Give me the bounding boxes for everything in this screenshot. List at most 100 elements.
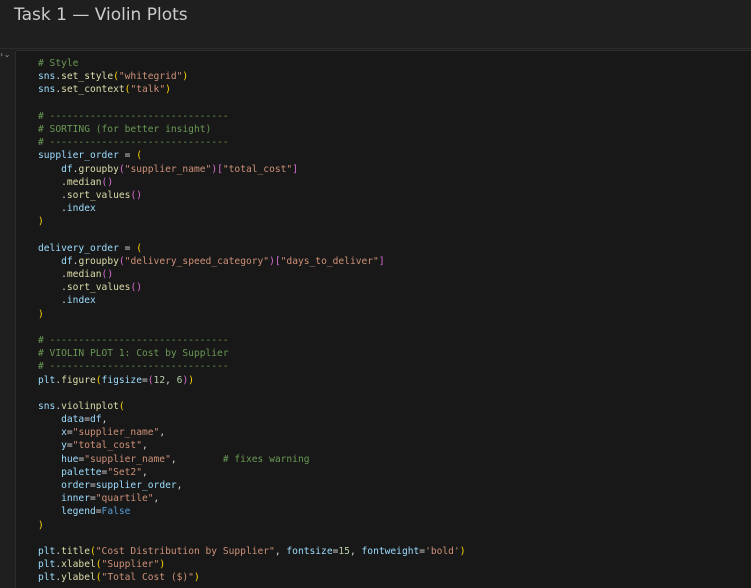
code-token: plt bbox=[38, 374, 56, 386]
code-line: ) bbox=[38, 215, 466, 228]
collapse-chevron-icon[interactable]: › ⌄ bbox=[0, 50, 11, 59]
code-line: # SORTING (for better insight) bbox=[38, 123, 466, 136]
code-token: sns bbox=[38, 84, 56, 96]
code-token: # fixes warning bbox=[222, 453, 310, 465]
code-token: = bbox=[118, 242, 137, 254]
code-token: () bbox=[101, 176, 114, 188]
code-token: , bbox=[141, 466, 148, 478]
code-line: # ------------------------------- bbox=[38, 334, 466, 347]
code-token: # VIOLIN PLOT 1: Cost by Supplier bbox=[38, 348, 229, 360]
code-token: order bbox=[61, 480, 90, 491]
code-token: # ------------------------------- bbox=[38, 110, 229, 122]
code-token: ( bbox=[136, 150, 142, 162]
code-token: "supplier_name" bbox=[84, 453, 171, 465]
code-token: plt bbox=[38, 559, 56, 571]
code-line: .sort_values() bbox=[38, 281, 466, 294]
code-token: , bbox=[101, 414, 108, 426]
code-line: # Style bbox=[38, 57, 466, 70]
code-token: () bbox=[130, 189, 142, 201]
code-token: "Total Cost ($)" bbox=[101, 572, 194, 584]
code-token: , bbox=[274, 545, 287, 557]
code-token: xlabel bbox=[61, 559, 96, 571]
code-token: = bbox=[118, 150, 137, 162]
code-line: hue="supplier_name", # fixes warning bbox=[38, 453, 466, 466]
code-line: .median() bbox=[38, 176, 466, 189]
code-token: index bbox=[66, 295, 96, 307]
code-token: ) bbox=[38, 308, 44, 320]
code-line: supplier_order = ( bbox=[38, 149, 466, 162]
code-token: "quartile" bbox=[95, 493, 154, 505]
code-line: inner="quartile", bbox=[38, 492, 466, 505]
code-token: sort_values bbox=[66, 189, 131, 201]
code-token: "total_cost" bbox=[222, 163, 293, 175]
code-line: ) bbox=[38, 308, 466, 321]
code-editor[interactable]: # Style sns.set_style("whitegrid") sns.set… bbox=[38, 57, 466, 585]
code-line: plt.ylabel("Total Cost ($)") bbox=[38, 571, 466, 584]
code-token: False bbox=[101, 506, 131, 518]
code-token: # ------------------------------- bbox=[38, 137, 229, 149]
code-line: ) bbox=[38, 519, 466, 532]
code-token: ) bbox=[38, 216, 44, 228]
code-token: figure bbox=[61, 374, 96, 386]
code-token: "talk" bbox=[130, 84, 166, 96]
code-line: data=df, bbox=[38, 413, 466, 426]
code-line: .sort_values() bbox=[38, 189, 466, 202]
code-line: order=supplier_order, bbox=[38, 479, 466, 492]
code-token: median bbox=[66, 176, 102, 188]
code-token: fontweight bbox=[361, 545, 420, 557]
code-line: .index bbox=[38, 294, 466, 307]
code-token: fontsize bbox=[286, 545, 333, 557]
code-token: median bbox=[66, 269, 102, 280]
code-line: palette="Set2", bbox=[38, 466, 466, 479]
code-token: title bbox=[61, 545, 90, 557]
code-line: .index bbox=[38, 202, 466, 215]
code-token: data bbox=[61, 414, 85, 426]
code-token: "Supplier" bbox=[101, 559, 160, 571]
code-token: supplier_order bbox=[95, 480, 177, 491]
code-line: plt.title("Cost Distribution by Supplier… bbox=[38, 545, 466, 558]
code-token: hue bbox=[61, 453, 79, 465]
code-line: sns.violinplot( bbox=[38, 400, 466, 413]
code-token: ( bbox=[118, 400, 125, 412]
code-token: ] bbox=[378, 255, 385, 267]
code-token: "delivery_speed_category" bbox=[124, 255, 270, 267]
code-token: ) bbox=[188, 374, 195, 386]
code-token: # SORTING (for better insight) bbox=[38, 123, 212, 135]
code-token: , bbox=[349, 545, 362, 557]
code-token: ylabel bbox=[61, 572, 96, 584]
code-token: ) bbox=[165, 84, 171, 96]
code-token: , bbox=[165, 374, 177, 386]
code-line: x="supplier_name", bbox=[38, 426, 466, 439]
code-line: # ------------------------------- bbox=[38, 360, 466, 373]
code-token: 12 bbox=[153, 374, 166, 386]
code-token: df bbox=[90, 414, 102, 426]
code-token: plt bbox=[38, 572, 56, 584]
code-token: , bbox=[176, 480, 183, 491]
code-token: ) bbox=[159, 559, 166, 571]
code-token: "total_cost" bbox=[72, 440, 142, 452]
code-token: sort_values bbox=[66, 282, 131, 294]
code-token: , bbox=[153, 493, 160, 505]
code-token: "whitegrid" bbox=[118, 71, 183, 83]
code-token: () bbox=[101, 269, 114, 280]
code-token: set_context bbox=[61, 84, 125, 96]
code-token: # ------------------------------- bbox=[38, 361, 229, 373]
code-line: df.groupby("supplier_name")["total_cost"… bbox=[38, 163, 466, 176]
cell-divider bbox=[0, 48, 751, 49]
code-token: figsize bbox=[101, 374, 142, 386]
code-token: sns bbox=[38, 71, 56, 83]
code-token: , bbox=[141, 440, 148, 452]
